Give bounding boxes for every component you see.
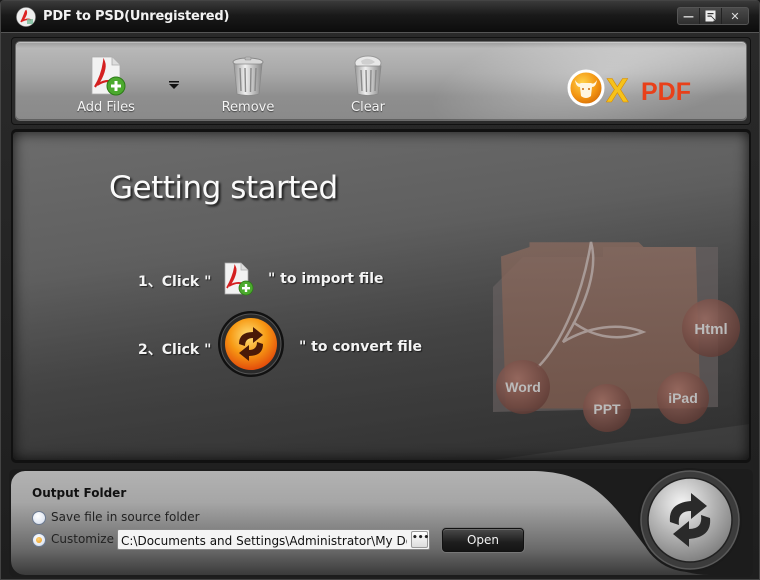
add-files-label: Add Files: [77, 100, 135, 115]
step1-suffix: " to import file: [268, 271, 384, 287]
convert-button[interactable]: [637, 467, 743, 573]
ipad-bubble: iPad: [657, 372, 709, 424]
add-files-button[interactable]: Add Files: [61, 44, 151, 120]
clear-button[interactable]: Clear: [323, 44, 413, 120]
step1-prefix: 1、Click ": [138, 274, 212, 290]
step2-prefix: 2、Click ": [138, 342, 212, 358]
svg-text:iPad: iPad: [668, 390, 698, 406]
oxpdf-logo: X PDF: [567, 69, 691, 110]
window-title: PDF to PSD(Unregistered): [43, 9, 230, 24]
svg-text:PPT: PPT: [593, 401, 621, 417]
open-label: Open: [466, 533, 500, 547]
ellipsis-icon: •••: [412, 533, 430, 543]
step2-suffix: " to convert file: [299, 339, 422, 355]
logo-pdf: PDF: [641, 78, 691, 106]
save-in-source-radio[interactable]: [32, 511, 46, 525]
toolbar: Add Files Remove Clear X PDF: [15, 41, 747, 121]
svg-text:Word: Word: [505, 379, 541, 395]
open-folder-button[interactable]: Open: [442, 528, 524, 552]
dropdown-arrow-icon[interactable]: [168, 80, 180, 90]
minimize-button[interactable]: —: [678, 8, 700, 24]
word-bubble: Word: [496, 360, 550, 414]
getting-started-panel: Word PPT iPad Html Getting started 1、Cli…: [13, 132, 749, 460]
restore-icon: [705, 10, 717, 22]
close-button[interactable]: ✕: [722, 8, 748, 24]
pdf-add-icon: [91, 56, 126, 96]
save-in-source-label[interactable]: Save file in source folder: [51, 510, 200, 524]
convert-icon: [218, 311, 284, 377]
app-window: PDF to PSD(Unregistered) — ✕ Add Files R…: [0, 0, 760, 580]
trash-can-icon: [232, 56, 264, 96]
page-heading: Getting started: [109, 170, 338, 206]
remove-label: Remove: [221, 100, 275, 115]
customize-radio[interactable]: [32, 533, 46, 547]
logo-x: X: [606, 72, 629, 110]
browse-button[interactable]: •••: [411, 531, 430, 548]
app-icon: [16, 7, 36, 27]
customize-label[interactable]: Customize: [51, 532, 114, 546]
remove-button[interactable]: Remove: [203, 44, 293, 120]
output-folder-label: Output Folder: [32, 486, 127, 500]
restore-button[interactable]: [700, 8, 722, 24]
title-bar[interactable]: PDF to PSD(Unregistered) — ✕: [1, 1, 759, 33]
html-bubble: Html: [682, 299, 740, 357]
svg-text:Html: Html: [694, 321, 727, 338]
trash-can-full-icon: [354, 55, 382, 96]
window-controls: — ✕: [677, 7, 749, 25]
close-icon: ✕: [730, 9, 740, 23]
output-path-input[interactable]: [117, 529, 430, 550]
ppt-bubble: PPT: [583, 384, 631, 432]
formats-background-art: Word PPT iPad Html: [493, 241, 740, 432]
pdf-add-icon: [224, 262, 254, 296]
clear-label: Clear: [351, 100, 385, 115]
minimize-icon: —: [683, 9, 694, 23]
